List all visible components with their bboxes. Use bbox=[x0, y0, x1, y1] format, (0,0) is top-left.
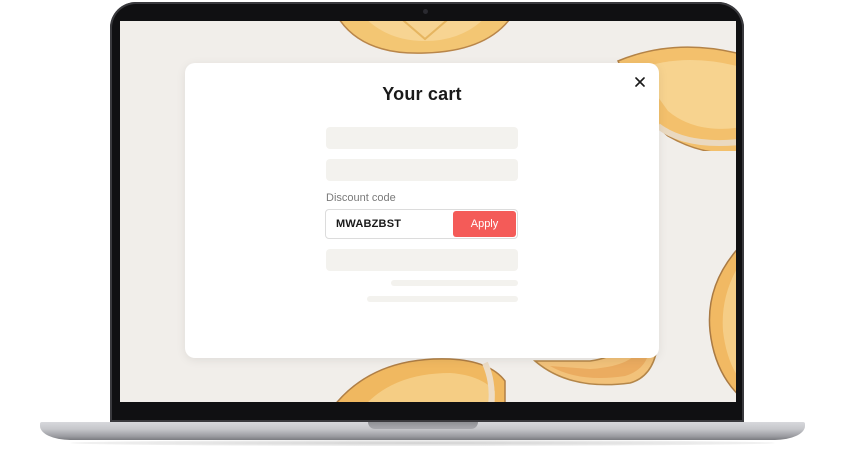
close-icon bbox=[635, 77, 645, 87]
cart-item-placeholder bbox=[326, 127, 518, 149]
discount-code-group: Apply bbox=[325, 209, 518, 239]
orange-slice-illustration bbox=[336, 358, 506, 402]
orange-slice-illustration bbox=[339, 21, 510, 54]
summary-placeholder bbox=[326, 249, 518, 271]
apply-discount-button[interactable]: Apply bbox=[453, 211, 516, 237]
total-line-placeholder bbox=[367, 296, 518, 302]
subtotal-line-placeholder bbox=[391, 280, 518, 286]
cart-title: Your cart bbox=[382, 84, 462, 104]
discount-code-input[interactable] bbox=[326, 210, 452, 238]
discount-code-label: Discount code bbox=[326, 192, 396, 204]
laptop-base-notch bbox=[368, 422, 478, 429]
laptop-mockup: Your cart Discount code Apply bbox=[0, 0, 845, 452]
cart-item-placeholder bbox=[326, 159, 518, 181]
laptop-screen: Your cart Discount code Apply bbox=[120, 21, 736, 402]
cart-modal: Your cart Discount code Apply bbox=[185, 63, 659, 358]
orange-slice-illustration bbox=[708, 249, 736, 394]
laptop-camera bbox=[423, 9, 428, 14]
laptop-shadow bbox=[70, 440, 775, 446]
close-button[interactable] bbox=[633, 75, 647, 89]
